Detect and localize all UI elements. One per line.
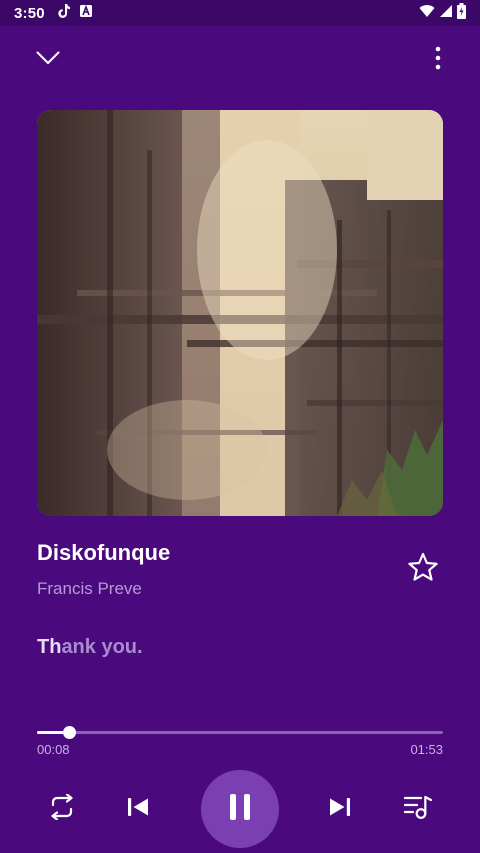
wifi-icon — [419, 4, 435, 23]
chevron-down-icon — [36, 51, 60, 70]
status-notification-icons — [57, 3, 93, 24]
signal-icon — [439, 4, 453, 23]
repeat-button[interactable] — [42, 789, 82, 829]
queue-button[interactable] — [398, 789, 438, 829]
lyrics-unsung-part: ank you. — [61, 636, 143, 658]
now-playing-screen: 3:50 Diskofunque Francis Preve Thank you… — [0, 0, 480, 853]
skip-next-icon — [329, 797, 351, 822]
status-bar: 3:50 — [0, 0, 480, 26]
lyrics-sung-part: Th — [37, 636, 62, 658]
battery-icon — [457, 2, 466, 24]
album-artwork — [37, 110, 443, 516]
pause-icon — [228, 793, 252, 826]
elapsed-time: 00:08 — [37, 742, 70, 757]
repeat-icon — [47, 792, 77, 825]
favorite-button[interactable] — [402, 548, 444, 590]
collapse-button[interactable] — [28, 40, 68, 80]
lyrics-line[interactable]: Thank you. — [37, 636, 143, 659]
skip-previous-icon — [127, 797, 149, 822]
a-badge-icon — [79, 4, 93, 23]
star-outline-icon — [407, 552, 439, 587]
seek-bar[interactable] — [37, 726, 443, 739]
seek-bar-thumb[interactable] — [63, 726, 77, 739]
more-options-button[interactable] — [420, 40, 456, 80]
status-time: 3:50 — [14, 4, 45, 22]
more-vert-icon — [435, 46, 441, 75]
track-artist[interactable]: Francis Preve — [37, 579, 142, 599]
queue-music-icon — [403, 794, 433, 825]
previous-button[interactable] — [118, 789, 158, 829]
play-pause-button[interactable] — [201, 770, 279, 848]
status-system-icons — [419, 2, 466, 24]
tiktok-icon — [57, 3, 71, 24]
track-title: Diskofunque — [37, 540, 171, 565]
next-button[interactable] — [320, 789, 360, 829]
total-time: 01:53 — [410, 742, 443, 757]
